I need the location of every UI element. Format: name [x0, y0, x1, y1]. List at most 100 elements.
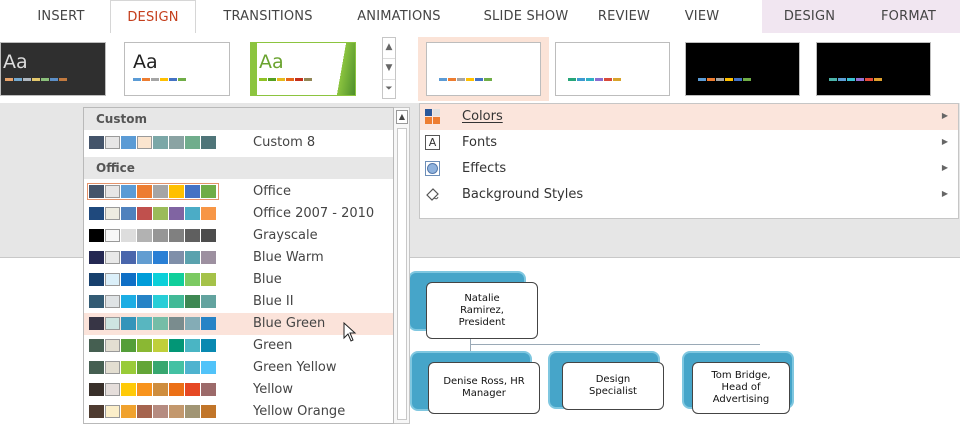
color-swatch [121, 317, 136, 330]
color-scheme-office[interactable]: Office [84, 181, 393, 203]
color-swatch [137, 229, 152, 242]
color-scheme-green-yellow[interactable]: Green Yellow [84, 357, 393, 379]
variant-color-bar [698, 78, 752, 81]
color-swatch [137, 295, 152, 308]
scroll-up-icon[interactable]: ▲ [396, 110, 408, 124]
menu-item-label: Effects [462, 161, 507, 176]
color-swatch-strip [89, 295, 217, 308]
color-swatch [121, 383, 136, 396]
org-box-text: Denise Ross, HR Manager [443, 376, 525, 399]
color-scheme-name: Green [253, 338, 293, 353]
tab-design[interactable]: DESIGN [110, 0, 196, 35]
color-swatch [105, 273, 120, 286]
color-swatch [169, 136, 184, 149]
color-scheme-custom-8[interactable]: Custom 8 [84, 132, 393, 154]
variant-thumbnail-1[interactable] [426, 42, 541, 96]
org-box-president[interactable]: Natalie Ramirez, President [426, 282, 538, 339]
tab-animations[interactable]: ANIMATIONS [338, 0, 460, 33]
themes-gallery-scroll[interactable]: ▲ ▼ ⏷ [382, 37, 396, 99]
color-scheme-blue-ii[interactable]: Blue II [84, 291, 393, 313]
theme-thumbnail-dark[interactable]: Aa [0, 42, 106, 96]
color-swatch [153, 317, 168, 330]
menu-item-background-styles[interactable]: Background Styles ▶ [420, 182, 958, 208]
color-swatch [89, 295, 104, 308]
submenu-arrow-icon: ▶ [941, 189, 948, 198]
org-box-advertising[interactable]: Tom Bridge, Head of Advertising [692, 362, 790, 414]
scroll-up-icon[interactable]: ▲ [383, 38, 395, 59]
variant-color-bar [568, 78, 622, 81]
menu-item-fonts[interactable]: A Fonts ▶ [420, 130, 958, 156]
color-swatch [201, 136, 216, 149]
menu-item-effects[interactable]: Effects ▶ [420, 156, 958, 182]
color-scheme-grayscale[interactable]: Grayscale [84, 225, 393, 247]
dropdown-scrollbar[interactable]: ▲ [394, 107, 410, 424]
section-header-office: Office [84, 157, 393, 179]
color-swatch [105, 339, 120, 352]
color-scheme-name: Blue Warm [253, 250, 324, 265]
color-swatch [121, 207, 136, 220]
color-swatch [153, 361, 168, 374]
color-swatch [89, 383, 104, 396]
color-swatch [201, 317, 216, 330]
color-swatch-strip [87, 183, 219, 200]
color-swatch [185, 317, 200, 330]
color-swatch [137, 251, 152, 264]
color-swatch [169, 295, 184, 308]
color-scheme-name: Custom 8 [253, 135, 316, 150]
color-swatch-strip [89, 229, 217, 242]
colors-dropdown: Custom Custom 8 Office Office Office 200… [83, 107, 394, 424]
color-swatch [89, 229, 104, 242]
color-swatch [105, 361, 120, 374]
color-swatch [185, 273, 200, 286]
color-swatch [201, 207, 216, 220]
color-swatch-strip [89, 136, 217, 149]
colors-icon [425, 109, 440, 124]
color-swatch [105, 405, 120, 418]
variant-thumbnail-3[interactable] [685, 42, 800, 96]
menu-item-colors[interactable]: Colors ▶ [420, 104, 958, 130]
tab-format[interactable]: FORMAT [857, 0, 960, 33]
org-box-design-specialist[interactable]: Design Specialist [562, 362, 664, 410]
tab-insert[interactable]: INSERT [25, 0, 97, 33]
color-swatch [137, 207, 152, 220]
menu-item-label: Colors [462, 109, 503, 124]
theme-sample-text: Aa [259, 51, 284, 73]
org-box-text: Natalie Ramirez, President [458, 292, 506, 328]
theme-thumbnail-facet[interactable]: Aa [250, 42, 356, 96]
tab-review[interactable]: REVIEW [589, 0, 659, 33]
tab-view[interactable]: VIEW [670, 0, 734, 33]
scroll-down-icon[interactable]: ▼ [383, 59, 395, 80]
menu-item-label: Fonts [462, 135, 498, 150]
submenu-arrow-icon: ▶ [941, 163, 948, 172]
gallery-more-icon[interactable]: ⏷ [383, 80, 395, 100]
scrollbar-thumb[interactable] [397, 128, 407, 420]
color-swatch [137, 361, 152, 374]
color-swatch [137, 317, 152, 330]
color-swatch [89, 185, 104, 198]
color-swatch [105, 251, 120, 264]
color-scheme-yellow[interactable]: Yellow [84, 379, 393, 401]
color-scheme-blue-warm[interactable]: Blue Warm [84, 247, 393, 269]
theme-color-bar [5, 78, 68, 81]
effects-icon [425, 161, 440, 176]
tab-smartart-design[interactable]: DESIGN [762, 0, 857, 33]
variant-thumbnail-2[interactable] [555, 42, 670, 96]
mouse-pointer-icon [343, 321, 357, 346]
tab-transitions[interactable]: TRANSITIONS [206, 0, 330, 33]
color-swatch [185, 361, 200, 374]
color-swatch [201, 405, 216, 418]
color-swatch [121, 185, 136, 198]
tab-slide-show[interactable]: SLIDE SHOW [475, 0, 577, 33]
color-swatch [169, 273, 184, 286]
color-scheme-blue[interactable]: Blue [84, 269, 393, 291]
org-box-hr-manager[interactable]: Denise Ross, HR Manager [428, 362, 540, 414]
color-scheme-office-2007-2010[interactable]: Office 2007 - 2010 [84, 203, 393, 225]
color-scheme-name: Office 2007 - 2010 [253, 206, 375, 221]
variant-thumbnail-4[interactable] [816, 42, 931, 96]
color-swatch [169, 229, 184, 242]
theme-thumbnail-office[interactable]: Aa [124, 42, 230, 96]
color-scheme-name: Blue [253, 272, 282, 287]
color-swatch [201, 383, 216, 396]
color-swatch [89, 136, 104, 149]
color-scheme-yellow-orange[interactable]: Yellow Orange [84, 401, 393, 423]
